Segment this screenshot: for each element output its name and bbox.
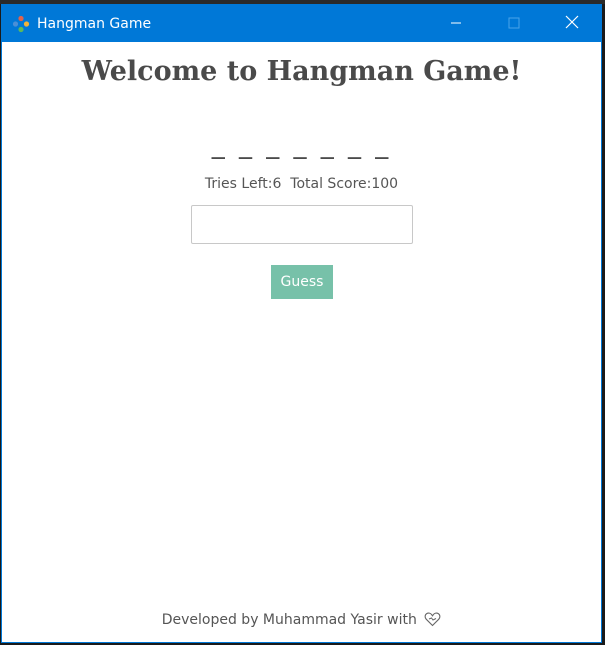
footer: Developed by Muhammad Yasir with [2, 611, 601, 631]
game-controller-icon [11, 14, 31, 34]
minimize-button[interactable] [427, 5, 485, 42]
footer-text: Developed by Muhammad Yasir with [161, 612, 417, 628]
guess-button[interactable]: Guess [271, 265, 333, 299]
heart-icon [424, 611, 441, 631]
page-title: Welcome to Hangman Game! [81, 56, 522, 87]
game-stats: Tries Left:6 Total Score:100 [2, 176, 601, 192]
title-bar[interactable]: Hangman Game [2, 5, 601, 42]
close-icon [565, 14, 579, 33]
app-window: Hangman Game Welcome to Hangman Game! _ … [1, 4, 602, 643]
tries-left-label: Tries Left:6 [204, 176, 282, 192]
guess-input[interactable] [191, 205, 413, 244]
window-title: Hangman Game [37, 15, 152, 32]
maximize-button [485, 5, 543, 42]
minimize-icon [450, 14, 462, 33]
masked-word: _ _ _ _ _ _ _ [211, 130, 392, 160]
game-content: Welcome to Hangman Game! _ _ _ _ _ _ _ T… [2, 42, 601, 638]
total-score-label: Total Score:100 [290, 176, 399, 192]
close-button[interactable] [543, 5, 601, 42]
caption-buttons [427, 5, 601, 42]
maximize-icon [508, 14, 520, 33]
